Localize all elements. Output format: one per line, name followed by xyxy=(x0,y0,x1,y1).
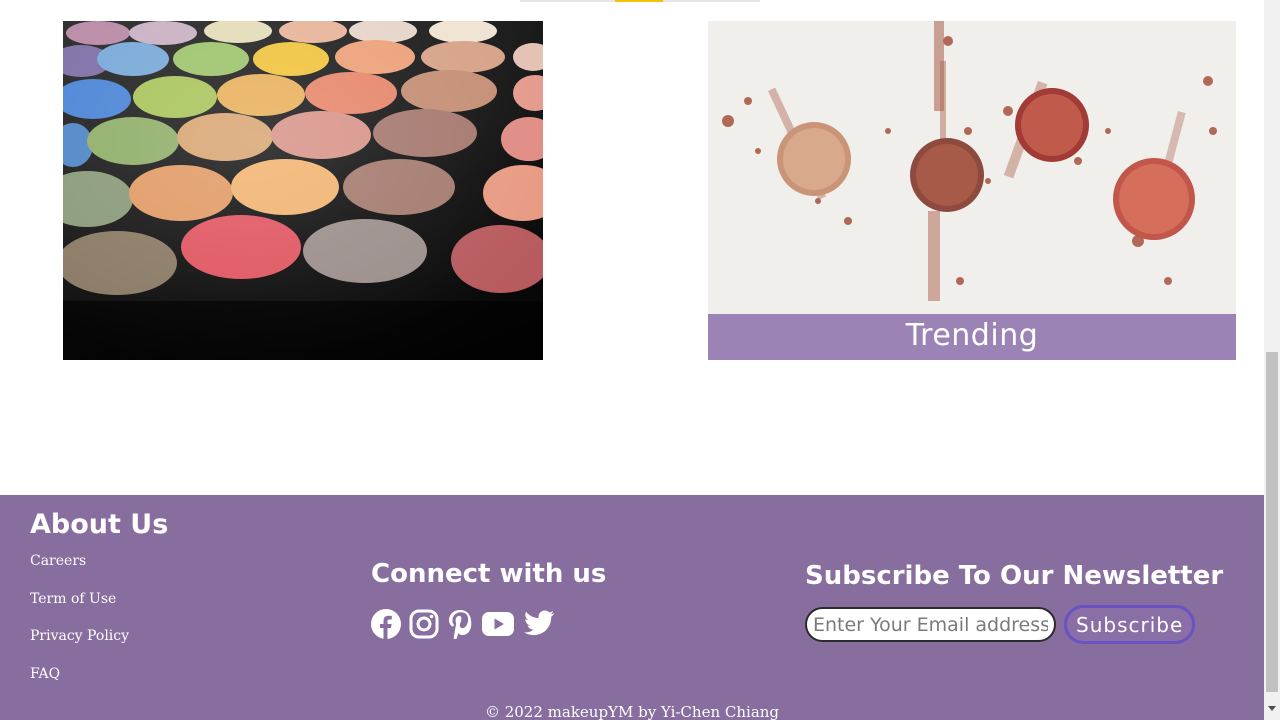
youtube-icon[interactable] xyxy=(481,611,515,637)
top-divider-accent xyxy=(615,0,663,2)
trending-card[interactable]: Trending xyxy=(708,21,1236,360)
newsletter-form: Subscribe xyxy=(805,605,1196,644)
page-scrollbar-thumb[interactable] xyxy=(1266,352,1278,692)
facebook-icon[interactable] xyxy=(371,609,401,639)
site-footer: About Us Careers Term of Use Privacy Pol… xyxy=(0,495,1264,720)
trending-caption: Trending xyxy=(708,314,1236,360)
scroll-down-arrow-icon[interactable] xyxy=(1268,706,1276,711)
about-links-list: Careers Term of Use Privacy Policy FAQ xyxy=(30,553,129,703)
twitter-icon[interactable] xyxy=(523,610,555,638)
eyeshadow-palette-image[interactable] xyxy=(63,21,543,360)
about-us-heading: About Us xyxy=(30,509,169,540)
instagram-icon[interactable] xyxy=(409,609,439,639)
careers-link-text[interactable]: Careers xyxy=(30,553,86,569)
footer-link-privacy[interactable]: Privacy Policy xyxy=(30,628,129,666)
blush-powder-illustration xyxy=(722,21,1217,301)
privacy-link-text[interactable]: Privacy Policy xyxy=(30,628,129,644)
connect-heading: Connect with us xyxy=(371,559,607,589)
terms-link-text[interactable]: Term of Use xyxy=(30,591,116,607)
email-input[interactable] xyxy=(805,607,1056,642)
social-links xyxy=(371,609,555,639)
footer-link-careers[interactable]: Careers xyxy=(30,553,129,591)
pinterest-icon[interactable] xyxy=(447,609,473,639)
footer-link-faq[interactable]: FAQ xyxy=(30,666,129,704)
faq-link-text[interactable]: FAQ xyxy=(30,666,60,682)
subscribe-button[interactable]: Subscribe xyxy=(1064,605,1196,644)
copyright-text: © 2022 makeupYM by Yi-Chen Chiang xyxy=(484,703,780,720)
newsletter-heading: Subscribe To Our Newsletter xyxy=(805,561,1224,591)
footer-link-terms[interactable]: Term of Use xyxy=(30,591,129,629)
eyeshadow-palette-illustration xyxy=(63,21,543,360)
